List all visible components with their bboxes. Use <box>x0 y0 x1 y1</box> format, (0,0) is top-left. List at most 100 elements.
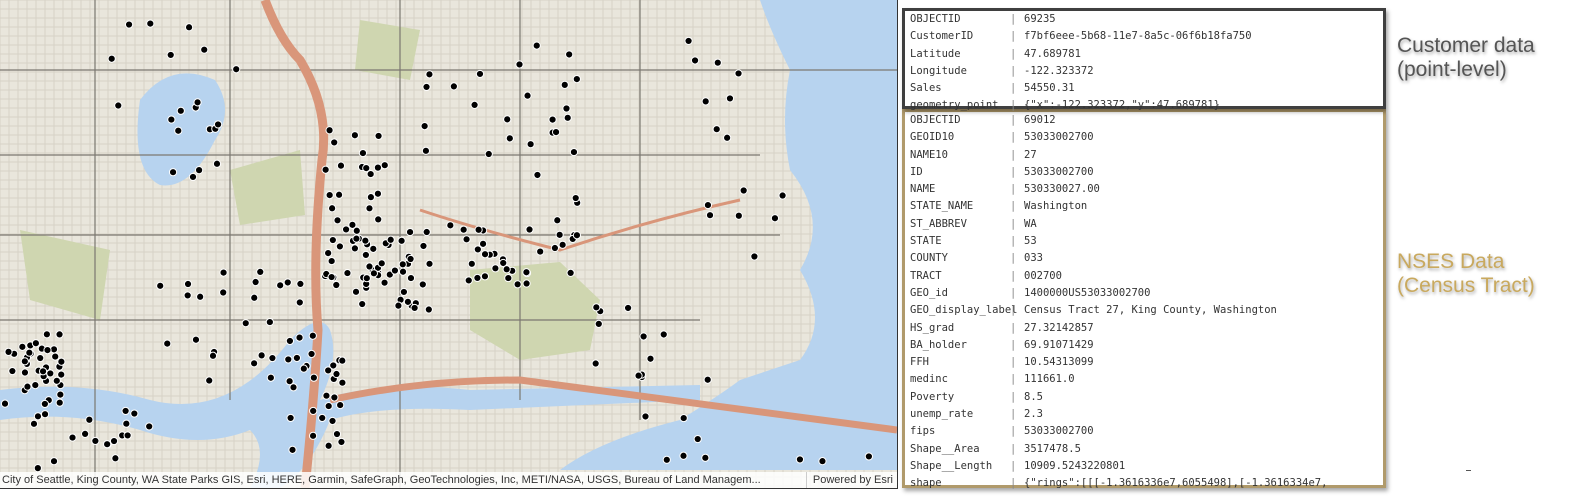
field-value: 2.3 <box>1024 408 1043 421</box>
customer-point <box>4 347 13 356</box>
powered-by-esri-link[interactable]: Powered by Esri <box>805 472 893 488</box>
field-name: NAME10 <box>910 148 948 161</box>
column-separator: | <box>1010 338 1017 351</box>
customer-point <box>176 106 185 115</box>
customer-point <box>338 378 347 387</box>
field-name: ID <box>910 165 923 178</box>
customer-point <box>403 297 413 306</box>
customer-point <box>283 278 292 287</box>
table-row: Longitude | -122.323372 <box>905 63 1383 80</box>
customer-point <box>241 319 250 328</box>
customer-point <box>288 445 297 454</box>
customer-point <box>424 305 433 314</box>
customer-point <box>219 268 228 277</box>
customer-point <box>398 260 407 269</box>
table-row: unemp_rate | 2.3 <box>905 406 1383 423</box>
field-name: unemp_rate <box>910 408 974 421</box>
customer-point <box>327 256 336 266</box>
customer-point <box>42 330 51 339</box>
table-row: Sales | 54550.31 <box>905 80 1383 97</box>
customer-point <box>750 252 759 261</box>
customer-point <box>123 431 132 440</box>
table-row: BA_holder | 69.91071429 <box>905 337 1383 354</box>
field-value: 69.91071429 <box>1024 338 1094 351</box>
stray-mark <box>1466 470 1471 471</box>
customer-point <box>324 249 333 258</box>
field-value: 111661.0 <box>1024 373 1075 386</box>
column-separator: | <box>1010 321 1017 334</box>
customer-point <box>390 266 400 275</box>
customer-point <box>191 335 201 344</box>
table-row: GEO_id | 1400000US53033002700 <box>905 285 1383 302</box>
table-row: HS_grad | 27.32142857 <box>905 320 1383 337</box>
map-canvas[interactable] <box>0 0 897 488</box>
customer-point <box>56 390 65 399</box>
customer-point <box>52 376 61 385</box>
customer-point <box>369 269 379 278</box>
customer-point <box>419 241 428 251</box>
customer-point <box>864 452 873 461</box>
nses-label-line1: NSES Data <box>1397 250 1505 273</box>
customer-point <box>103 440 112 449</box>
customer-point <box>33 412 43 421</box>
customer-point <box>703 200 713 210</box>
customer-point <box>38 367 48 376</box>
customer-point <box>352 226 361 235</box>
customer-point <box>265 317 274 327</box>
column-separator: | <box>1010 269 1017 282</box>
customer-point <box>292 353 301 363</box>
table-row: Poverty | 8.5 <box>905 389 1383 406</box>
customer-point <box>322 391 331 400</box>
customer-point <box>532 41 541 50</box>
field-value: 53033002700 <box>1024 131 1094 144</box>
map-view[interactable]: City of Seattle, King County, WA State P… <box>0 0 898 489</box>
customer-point <box>373 163 383 172</box>
customer-point <box>558 240 567 249</box>
field-value: 53 <box>1024 235 1037 248</box>
customer-point <box>361 236 370 245</box>
customer-point <box>121 406 130 416</box>
park <box>355 20 420 80</box>
field-value: 530330027.00 <box>1024 183 1100 196</box>
customer-point <box>467 259 476 268</box>
customer-point <box>308 431 318 440</box>
customer-point <box>68 433 77 442</box>
column-separator: | <box>1010 252 1017 265</box>
customer-point <box>594 319 603 328</box>
field-value: 69012 <box>1024 114 1056 126</box>
customer-point <box>623 303 633 313</box>
customer-point <box>341 225 351 234</box>
field-value: 27.32142857 <box>1024 321 1094 334</box>
customer-point <box>425 70 434 79</box>
customer-point <box>219 288 228 297</box>
customer-point <box>325 190 334 200</box>
column-separator: | <box>1010 442 1017 455</box>
customer-point <box>569 147 579 157</box>
customer-point <box>553 216 562 225</box>
column-separator: | <box>1010 217 1017 230</box>
customer-point <box>51 352 60 361</box>
customer-point <box>502 265 511 274</box>
customer-point <box>572 75 581 84</box>
column-separator: | <box>1010 390 1017 403</box>
field-value: Washington <box>1024 200 1088 213</box>
customer-point <box>380 278 389 287</box>
customer-point <box>166 50 175 60</box>
customer-point <box>818 457 827 466</box>
field-value: -122.323372 <box>1024 64 1094 77</box>
customer-point <box>446 221 455 230</box>
customer-point <box>107 54 116 63</box>
customer-point <box>318 413 327 423</box>
customer-point <box>592 303 601 312</box>
customer-point <box>410 303 419 313</box>
customer-point <box>266 373 275 382</box>
field-name: GEO_display_label <box>910 304 1018 317</box>
customer-point <box>406 273 416 283</box>
nses-label-line2: (Census Tract) <box>1397 274 1535 297</box>
customer-point <box>513 280 522 289</box>
attribution-sources: City of Seattle, King County, WA State P… <box>2 474 761 486</box>
customer-point <box>23 382 32 391</box>
field-name: OBJECTID <box>910 13 961 25</box>
customer-point <box>334 190 344 199</box>
customer-point <box>333 216 342 225</box>
